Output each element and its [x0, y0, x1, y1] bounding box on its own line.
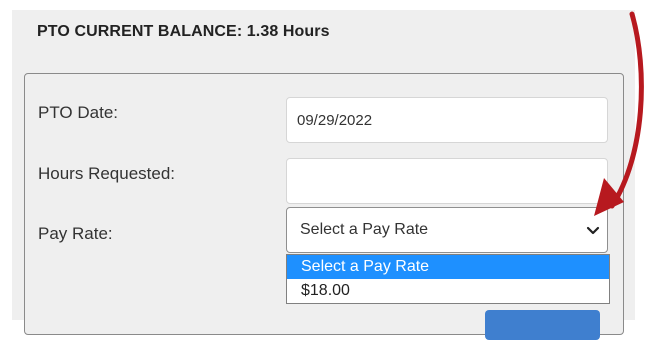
pay-rate-label: Pay Rate: [38, 224, 113, 243]
pay-rate-option-placeholder[interactable]: Select a Pay Rate [287, 255, 609, 279]
pay-rate-select[interactable]: Select a Pay Rate [286, 207, 608, 253]
curved-arrow-icon [594, 11, 644, 216]
pay-rate-dropdown-list: Select a Pay Rate $18.00 [286, 254, 610, 304]
hours-requested-input[interactable] [286, 158, 608, 204]
pto-balance-title: PTO CURRENT BALANCE: 1.38 Hours [37, 23, 330, 40]
pto-date-input[interactable] [286, 97, 608, 143]
pay-rate-option-18[interactable]: $18.00 [287, 279, 609, 303]
pto-date-label: PTO Date: [38, 103, 118, 122]
hours-requested-label: Hours Requested: [38, 164, 176, 183]
submit-button[interactable] [485, 310, 600, 340]
pay-rate-selected-value: Select a Pay Rate [300, 221, 429, 238]
